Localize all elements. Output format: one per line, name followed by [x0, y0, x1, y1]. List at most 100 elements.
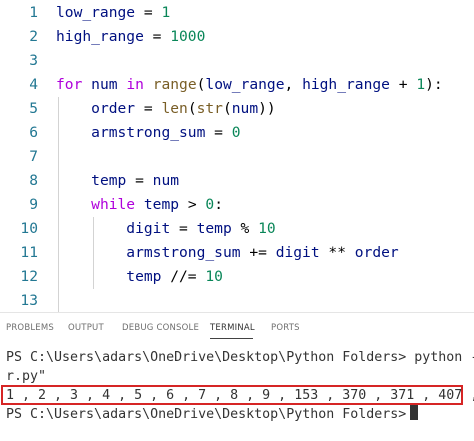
code-token: =	[170, 220, 197, 237]
line-number: 12	[20, 268, 38, 285]
code-token: :	[214, 196, 223, 213]
code-token: for	[56, 76, 83, 93]
code-token: num	[231, 100, 259, 117]
code-token: ))	[258, 100, 276, 117]
code-line-5[interactable]: 5 order = len(str(num))	[0, 97, 474, 121]
code-token: =	[135, 100, 162, 117]
tab-output[interactable]: OUTPUT	[68, 323, 104, 333]
tab-debug-console[interactable]: DEBUG CONSOLE	[122, 323, 199, 333]
code-text: order = len(str(num))	[56, 97, 276, 121]
line-number: 9	[29, 196, 38, 213]
code-editor[interactable]: 1 low_range = 1 2 high_range = 1000 3 4 for nu…	[0, 0, 474, 312]
tab-ports[interactable]: PORTS	[271, 323, 300, 333]
code-token: digit	[275, 244, 320, 261]
code-token: while	[91, 196, 136, 213]
terminal-program-output: 1 , 2 , 3 , 4 , 5 , 6 , 7 , 8 , 9 , 153 …	[6, 388, 474, 403]
code-line-12[interactable]: 12 temp //= 10	[0, 265, 474, 289]
code-text: while temp > 0:	[56, 193, 223, 217]
code-token: (	[222, 100, 232, 117]
code-line-7[interactable]: 7	[0, 145, 474, 169]
code-token: high_range	[302, 76, 390, 93]
line-number: 7	[29, 148, 38, 165]
code-token: high_range	[56, 28, 144, 45]
code-token: 1000	[170, 28, 206, 45]
code-line-3[interactable]: 3	[0, 49, 474, 73]
code-token: %	[231, 220, 259, 237]
code-token: **	[319, 244, 355, 261]
code-token: >	[179, 196, 206, 213]
code-token: =	[143, 28, 171, 45]
code-token: ):	[425, 76, 443, 93]
code-token: 10	[258, 220, 276, 237]
tab-problems[interactable]: PROBLEMS	[6, 323, 54, 333]
code-text: high_range = 1000	[56, 25, 205, 49]
code-token: +=	[240, 244, 276, 261]
code-token: =	[205, 124, 232, 141]
code-token: //=	[161, 268, 206, 285]
terminal-prompt: PS C:\Users\adars\OneDrive\Desktop\Pytho…	[6, 407, 407, 422]
line-number: 13	[20, 292, 38, 309]
code-token: temp	[91, 172, 127, 189]
code-token: digit	[126, 220, 171, 237]
code-token: len	[161, 100, 188, 117]
terminal-output[interactable]: PS C:\Users\adars\OneDrive\Desktop\Pytho…	[0, 342, 474, 441]
code-text: temp = num	[56, 169, 179, 193]
terminal-cursor	[410, 405, 419, 420]
line-number: 3	[29, 52, 38, 69]
code-token: temp	[143, 196, 180, 213]
code-line-4[interactable]: 4 for num in range(low_range, high_range …	[0, 73, 474, 97]
line-number: 8	[29, 172, 38, 189]
line-number: 11	[20, 244, 38, 261]
code-token: ,	[284, 76, 303, 93]
terminal-command-line: PS C:\Users\adars\OneDrive\Desktop\Pytho…	[6, 350, 474, 365]
code-token: 1	[416, 76, 426, 93]
code-token: (	[187, 100, 197, 117]
code-token: order	[91, 100, 136, 117]
code-text: armstrong_sum += digit ** order	[56, 241, 398, 265]
tab-terminal[interactable]: TERMINAL	[210, 323, 255, 333]
line-number: 10	[20, 220, 38, 237]
active-tab-indicator	[210, 338, 253, 339]
code-line-10[interactable]: 10 digit = temp % 10	[0, 217, 474, 241]
code-text: armstrong_sum = 0	[56, 121, 240, 145]
code-token: armstrong_sum	[91, 124, 206, 141]
code-token: armstrong_sum	[126, 244, 241, 261]
code-token: 0	[205, 196, 215, 213]
code-token: =	[135, 4, 162, 21]
code-token: range	[152, 76, 197, 93]
line-number: 2	[29, 28, 38, 45]
code-token: temp	[126, 268, 162, 285]
code-line-8[interactable]: 8 temp = num	[0, 169, 474, 193]
code-token: low_range	[205, 76, 285, 93]
line-number: 4	[29, 76, 38, 93]
indent-guide	[58, 97, 59, 312]
code-line-9[interactable]: 9 while temp > 0:	[0, 193, 474, 217]
terminal-prompt-line[interactable]: PS C:\Users\adars\OneDrive\Desktop\Pytho…	[6, 405, 419, 424]
code-line-11[interactable]: 11 armstrong_sum += digit ** order	[0, 241, 474, 265]
code-token: in	[126, 76, 144, 93]
code-token: 10	[205, 268, 223, 285]
code-text: digit = temp % 10	[56, 217, 276, 241]
code-line-2[interactable]: 2 high_range = 1000	[0, 25, 474, 49]
code-token: str	[196, 100, 223, 117]
code-line-1[interactable]: 1 low_range = 1	[0, 1, 474, 25]
code-line-13[interactable]: 13	[0, 289, 474, 312]
code-token: num	[91, 76, 118, 93]
code-token: low_range	[56, 4, 136, 21]
code-token: =	[126, 172, 153, 189]
terminal-command-continuation: r.py"	[6, 369, 47, 384]
code-token: temp	[196, 220, 232, 237]
code-text: for num in range(low_range, high_range +…	[56, 73, 443, 97]
code-line-6[interactable]: 6 armstrong_sum = 0	[0, 121, 474, 145]
indent-guide	[93, 217, 95, 289]
